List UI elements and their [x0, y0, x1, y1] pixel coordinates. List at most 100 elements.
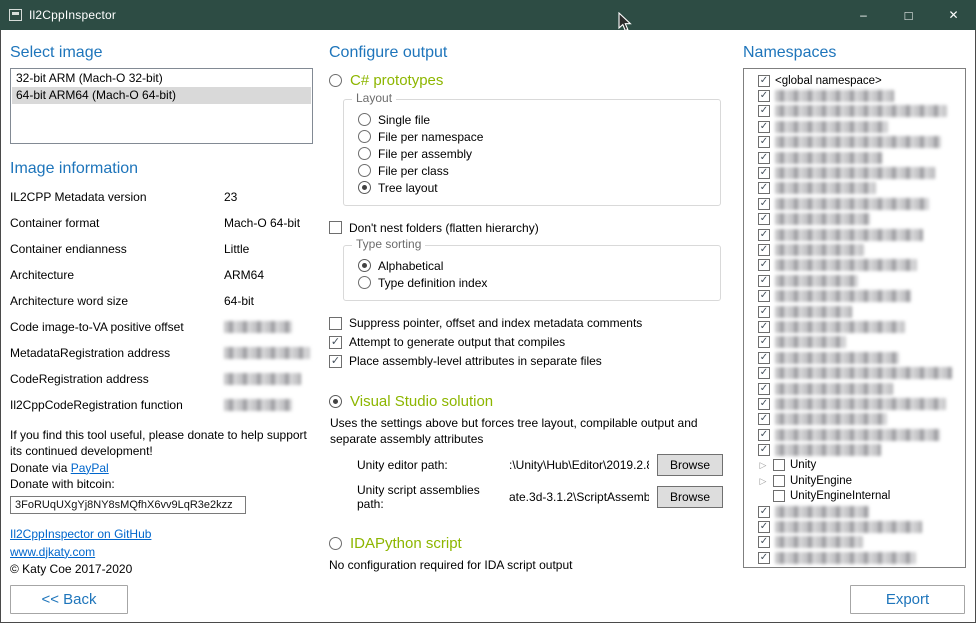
radio-icon	[329, 537, 342, 550]
namespace-row[interactable]: ✓	[758, 504, 962, 519]
namespaces-list[interactable]: ✓<global namespace>✓✓✓✓✓✓✓✓✓✓✓✓✓✓✓✓✓✓✓✓✓…	[743, 68, 966, 568]
image-list-item[interactable]: 32-bit ARM (Mach-O 32-bit)	[12, 70, 311, 87]
expander-icon[interactable]: ▷	[758, 476, 768, 486]
radio-option[interactable]: Alphabetical	[358, 258, 710, 273]
namespace-row[interactable]: ✓	[758, 196, 962, 211]
browse-button[interactable]: Browse	[657, 486, 723, 508]
namespace-row[interactable]: ✓	[758, 442, 962, 457]
redacted-text	[775, 290, 911, 302]
checkbox-row[interactable]: Don't nest folders (flatten hierarchy)	[329, 220, 727, 235]
redacted-text	[224, 399, 292, 411]
paypal-link[interactable]: PayPal	[71, 461, 109, 475]
option-label: Single file	[378, 113, 430, 127]
info-label: MetadataRegistration address	[10, 346, 224, 360]
checkbox-icon: ✓	[329, 336, 342, 349]
namespace-row[interactable]: ✓	[758, 350, 962, 365]
namespace-row[interactable]: ✓	[758, 258, 962, 273]
radio-option[interactable]: Single file	[358, 112, 710, 127]
checkbox-icon: ✓	[758, 275, 770, 287]
image-list[interactable]: 32-bit ARM (Mach-O 32-bit)64-bit ARM64 (…	[10, 68, 313, 144]
info-label: Architecture word size	[10, 294, 224, 308]
namespace-row[interactable]: ✓	[758, 304, 962, 319]
option-label: File per assembly	[378, 147, 472, 161]
namespace-row[interactable]: ▷Unity	[758, 458, 962, 473]
website-link[interactable]: www.djkaty.com	[10, 545, 95, 559]
csharp-prototypes-label: C# prototypes	[350, 72, 443, 89]
redacted-text	[775, 383, 893, 395]
redacted-text	[224, 373, 301, 385]
close-button[interactable]: ✕	[931, 0, 976, 30]
browse-button[interactable]: Browse	[657, 454, 723, 476]
select-image-panel: Select image 32-bit ARM (Mach-O 32-bit)6…	[10, 36, 313, 623]
main-content: Select image 32-bit ARM (Mach-O 32-bit)6…	[0, 30, 976, 623]
option-label: File per namespace	[378, 130, 483, 144]
redacted-text	[775, 336, 846, 348]
radio-option[interactable]: File per assembly	[358, 146, 710, 161]
checkbox-icon: ✓	[758, 536, 770, 548]
namespace-row[interactable]: ✓	[758, 288, 962, 303]
radio-option[interactable]: File per namespace	[358, 129, 710, 144]
namespace-row[interactable]: ✓	[758, 273, 962, 288]
namespace-row[interactable]: ✓	[758, 427, 962, 442]
type-sorting-groupbox: Type sorting AlphabeticalType definition…	[343, 245, 721, 301]
info-value: ARM64	[224, 268, 264, 282]
bitcoin-address-input[interactable]	[10, 496, 246, 514]
info-row: Il2CppCodeRegistration function	[10, 392, 313, 418]
checkbox-icon: ✓	[758, 352, 770, 364]
namespace-row[interactable]: ✓	[758, 227, 962, 242]
namespace-row[interactable]: ✓	[758, 242, 962, 257]
namespace-row[interactable]: ✓	[758, 381, 962, 396]
namespace-row[interactable]: ✓	[758, 396, 962, 411]
checkbox-label: Place assembly-level attributes in separ…	[349, 354, 602, 368]
image-list-item[interactable]: 64-bit ARM64 (Mach-O 64-bit)	[12, 87, 311, 104]
checkbox-icon	[329, 221, 342, 234]
namespace-row[interactable]: ✓	[758, 412, 962, 427]
checkbox-icon: ✓	[758, 444, 770, 456]
radio-option[interactable]: File per class	[358, 163, 710, 178]
redacted-text	[775, 521, 922, 533]
namespace-row[interactable]: ✓	[758, 365, 962, 380]
namespace-row[interactable]: ✓	[758, 135, 962, 150]
namespace-row[interactable]: ▷UnityEngine	[758, 473, 962, 488]
option-label: Alphabetical	[378, 259, 443, 273]
namespace-row[interactable]: ✓	[758, 519, 962, 534]
minimize-button[interactable]: –	[841, 0, 886, 30]
radio-option[interactable]: Type definition index	[358, 275, 710, 290]
github-link[interactable]: Il2CppInspector on GitHub	[10, 527, 151, 541]
namespace-row[interactable]: ✓	[758, 88, 962, 103]
radio-option[interactable]: Tree layout	[358, 180, 710, 195]
namespace-row[interactable]: ✓	[758, 535, 962, 550]
visual-studio-solution-option[interactable]: Visual Studio solution	[329, 393, 727, 410]
namespace-row[interactable]: ✓	[758, 181, 962, 196]
checkbox-icon: ✓	[758, 198, 770, 210]
expander-icon[interactable]: ▷	[758, 460, 768, 470]
checkbox-row[interactable]: ✓Place assembly-level attributes in sepa…	[329, 353, 727, 369]
namespace-row[interactable]: ✓	[758, 550, 962, 565]
checkbox-row[interactable]: ✓Attempt to generate output that compile…	[329, 334, 727, 350]
csharp-prototypes-option[interactable]: C# prototypes	[329, 72, 727, 89]
idapython-script-option[interactable]: IDAPython script	[329, 535, 727, 552]
configure-output-panel: Configure output C# prototypes Layout Si…	[329, 36, 727, 623]
radio-icon	[358, 147, 371, 160]
info-label: Il2CppCodeRegistration function	[10, 398, 224, 412]
checkbox-label: Don't nest folders (flatten hierarchy)	[349, 221, 539, 235]
redacted-text	[775, 90, 894, 102]
namespace-row[interactable]: ✓<global namespace>	[758, 73, 962, 88]
namespace-row[interactable]: ✓	[758, 150, 962, 165]
maximize-button[interactable]: □	[886, 0, 931, 30]
namespace-row[interactable]: ✓	[758, 212, 962, 227]
namespace-row[interactable]: ✓	[758, 335, 962, 350]
checkbox-icon: ✓	[758, 336, 770, 348]
back-button[interactable]: << Back	[10, 585, 128, 614]
export-button[interactable]: Export	[850, 585, 965, 614]
info-row: Container endiannessLittle	[10, 236, 313, 262]
namespace-row[interactable]: ✓	[758, 319, 962, 334]
namespace-row[interactable]: ✓	[758, 165, 962, 180]
namespace-row[interactable]: UnityEngineInternal	[758, 489, 962, 504]
info-row: Container formatMach-O 64-bit	[10, 210, 313, 236]
namespace-row[interactable]: ✓	[758, 119, 962, 134]
radio-icon	[358, 259, 371, 272]
checkbox-row[interactable]: Suppress pointer, offset and index metad…	[329, 315, 727, 331]
namespace-row[interactable]: ✓	[758, 104, 962, 119]
option-label: Tree layout	[378, 181, 438, 195]
